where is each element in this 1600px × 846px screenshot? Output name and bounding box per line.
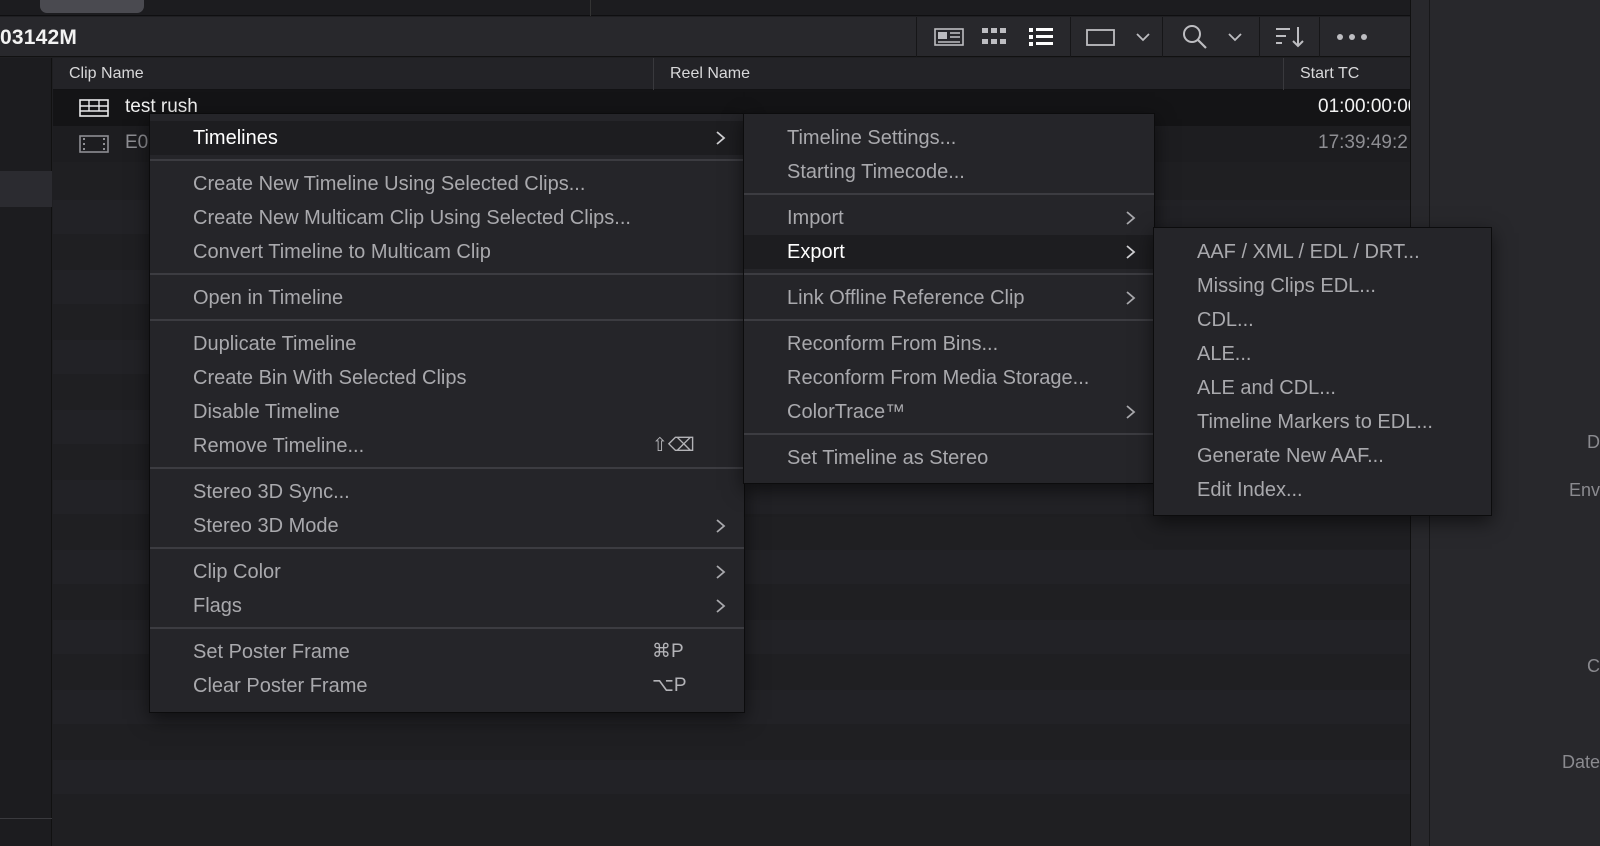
timeline-clip-icon — [79, 99, 109, 123]
sidebar-divider — [0, 818, 52, 819]
chevron-right-icon — [715, 555, 729, 589]
menu-item-stereo-3d-sync[interactable]: Stereo 3D Sync... — [150, 475, 744, 509]
menu-item-starting-timecode[interactable]: Starting Timecode... — [744, 155, 1154, 189]
thumbnail-view-icon[interactable] — [974, 17, 1014, 57]
chevron-right-icon — [715, 121, 729, 155]
column-header-start-tc[interactable]: Start TC — [1283, 58, 1410, 90]
menu-item-ale-and-cdl[interactable]: ALE and CDL... — [1154, 371, 1491, 405]
menu-item-set-poster-frame[interactable]: Set Poster Frame ⌘P — [150, 635, 744, 669]
menu-item-generate-new-aaf[interactable]: Generate New AAF... — [1154, 439, 1491, 473]
menu-item-link-offline-reference[interactable]: Link Offline Reference Clip — [744, 281, 1154, 315]
menu-separator — [150, 547, 744, 549]
menu-item-timeline-settings[interactable]: Timeline Settings... — [744, 121, 1154, 155]
sort-icon[interactable] — [1270, 17, 1310, 57]
video-clip-icon — [79, 135, 109, 159]
menu-item-cdl[interactable]: CDL... — [1154, 303, 1491, 337]
horizontal-scrollbar-thumb[interactable] — [40, 0, 144, 13]
menu-separator — [744, 193, 1154, 195]
export-submenu: AAF / XML / EDL / DRT... Missing Clips E… — [1153, 227, 1492, 516]
menu-item-export[interactable]: Export — [744, 235, 1154, 269]
inspector-label: D — [1587, 432, 1600, 452]
menu-item-reconform-from-media-storage[interactable]: Reconform From Media Storage... — [744, 361, 1154, 395]
clip-view-icon[interactable] — [1081, 17, 1121, 57]
menu-separator — [150, 273, 744, 275]
chevron-right-icon — [1125, 201, 1139, 235]
empty-row — [53, 760, 1410, 794]
bin-title: 03142M — [0, 26, 78, 49]
menu-separator — [150, 627, 744, 629]
timelines-submenu: Timeline Settings... Starting Timecode..… — [743, 113, 1155, 484]
top-scroll-strip — [0, 0, 1410, 16]
context-menu: Timelines Create New Timeline Using Sele… — [149, 113, 745, 713]
menu-item-flags[interactable]: Flags — [150, 589, 744, 623]
menu-item-duplicate-timeline[interactable]: Duplicate Timeline — [150, 327, 744, 361]
chevron-right-icon — [715, 589, 729, 623]
panel-divider — [590, 0, 591, 16]
menu-item-create-multicam-clip[interactable]: Create New Multicam Clip Using Selected … — [150, 201, 744, 235]
menu-separator — [150, 467, 744, 469]
inspector-label: Date — [1561, 752, 1600, 772]
menu-separator — [150, 319, 744, 321]
view-mode-group — [916, 17, 1070, 57]
bin-header: 03142M — [0, 17, 1410, 57]
search-group — [1162, 17, 1259, 57]
shortcut-label: ⌥P — [652, 675, 687, 696]
start-tc: 01:00:00:00 — [1318, 96, 1410, 117]
menu-item-open-in-timeline[interactable]: Open in Timeline — [150, 281, 744, 315]
metadata-view-icon[interactable] — [929, 17, 969, 57]
menu-separator — [744, 319, 1154, 321]
chevron-right-icon — [715, 509, 729, 543]
menu-item-remove-timeline[interactable]: Remove Timeline... ⇧⌫ — [150, 429, 744, 463]
chevron-down-icon[interactable] — [1215, 17, 1255, 57]
start-tc: 17:39:49:2 — [1318, 132, 1408, 153]
menu-item-set-timeline-as-stereo[interactable]: Set Timeline as Stereo — [744, 441, 1154, 475]
menu-item-disable-timeline[interactable]: Disable Timeline — [150, 395, 744, 429]
column-header-clip-name[interactable]: Clip Name — [53, 58, 653, 90]
menu-item-colortrace[interactable]: ColorTrace™ — [744, 395, 1154, 429]
list-view-icon[interactable] — [1021, 17, 1061, 57]
menu-item-timelines[interactable]: Timelines — [150, 121, 744, 155]
search-icon[interactable] — [1175, 17, 1215, 57]
menu-item-aaf-xml-edl-drt[interactable]: AAF / XML / EDL / DRT... — [1154, 235, 1491, 269]
menu-separator — [150, 159, 744, 161]
menu-item-create-new-timeline[interactable]: Create New Timeline Using Selected Clips… — [150, 167, 744, 201]
menu-item-clear-poster-frame[interactable]: Clear Poster Frame ⌥P — [150, 669, 744, 703]
more-group — [1319, 17, 1383, 57]
inspector-label: C — [1587, 656, 1600, 676]
menu-separator — [744, 273, 1154, 275]
shortcut-label: ⇧⌫ — [652, 435, 695, 456]
menu-item-create-bin[interactable]: Create Bin With Selected Clips — [150, 361, 744, 395]
chevron-right-icon — [1125, 235, 1139, 269]
more-icon[interactable] — [1332, 17, 1372, 57]
menu-item-ale[interactable]: ALE... — [1154, 337, 1491, 371]
clip-name: E0 — [125, 132, 149, 153]
menu-item-import[interactable]: Import — [744, 201, 1154, 235]
shortcut-label: ⌘P — [652, 641, 684, 662]
chevron-right-icon — [1125, 281, 1139, 315]
menu-item-stereo-3d-mode[interactable]: Stereo 3D Mode — [150, 509, 744, 543]
column-header-reel-name[interactable]: Reel Name — [653, 58, 1283, 90]
selected-bin[interactable] — [0, 171, 52, 207]
menu-item-timeline-markers-to-edl[interactable]: Timeline Markers to EDL... — [1154, 405, 1491, 439]
clip-view-group — [1070, 17, 1162, 57]
menu-item-clip-color[interactable]: Clip Color — [150, 555, 744, 589]
menu-item-convert-to-multicam[interactable]: Convert Timeline to Multicam Clip — [150, 235, 744, 269]
menu-item-edit-index[interactable]: Edit Index... — [1154, 473, 1491, 507]
table-header: Clip Name Reel Name Start TC — [53, 58, 1410, 90]
bin-sidebar — [0, 58, 52, 846]
chevron-right-icon — [1125, 395, 1139, 429]
menu-item-missing-clips-edl[interactable]: Missing Clips EDL... — [1154, 269, 1491, 303]
inspector-label: Env — [1568, 480, 1600, 500]
chevron-down-icon[interactable] — [1123, 17, 1163, 57]
menu-separator — [744, 433, 1154, 435]
sort-group — [1259, 17, 1319, 57]
menu-item-reconform-from-bins[interactable]: Reconform From Bins... — [744, 327, 1154, 361]
